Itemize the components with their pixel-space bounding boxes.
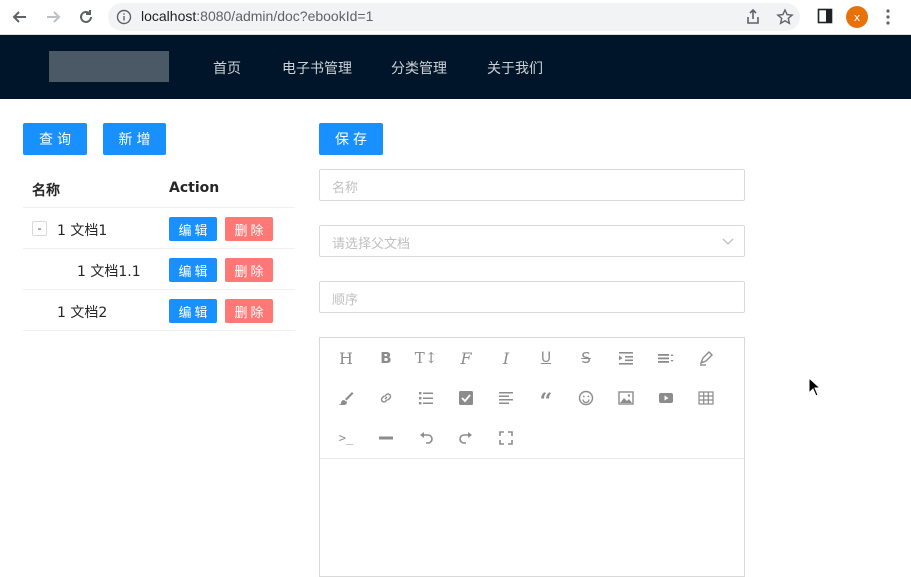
back-icon[interactable]	[9, 6, 31, 28]
share-icon[interactable]	[744, 8, 762, 26]
line-height-icon[interactable]	[656, 348, 676, 368]
text-color-icon[interactable]	[696, 348, 716, 368]
menu-item-ebook-admin[interactable]: 电子书管理	[282, 58, 352, 78]
menu-item-category-admin[interactable]: 分类管理	[391, 58, 447, 78]
column-header-name: 名称	[32, 183, 60, 199]
delete-button[interactable]: 删除	[225, 258, 273, 282]
address-bar[interactable]: localhost:8080/admin/doc?ebookId=1	[108, 3, 800, 31]
more-menu-icon[interactable]	[884, 8, 892, 26]
side-panel-icon[interactable]	[817, 8, 833, 24]
font-size-icon[interactable]: T↕	[415, 348, 438, 368]
divider-icon[interactable]	[376, 428, 396, 448]
forward-icon[interactable]	[42, 6, 64, 28]
font-family-icon[interactable]: F	[456, 348, 476, 368]
rich-text-editor: H B T↕ F I U S “ >_	[319, 337, 745, 577]
menu-item-about[interactable]: 关于我们	[487, 58, 543, 78]
order-input[interactable]: 顺序	[319, 281, 745, 313]
row-collapse-toggle[interactable]: -	[32, 221, 47, 236]
undo-icon[interactable]	[416, 428, 436, 448]
table-divider	[23, 248, 295, 249]
table-divider	[23, 207, 295, 208]
bookmark-star-icon[interactable]	[776, 8, 794, 26]
logo	[49, 51, 169, 82]
delete-button[interactable]: 删除	[225, 299, 273, 323]
query-button[interactable]: 查询	[23, 123, 87, 155]
link-icon[interactable]	[376, 388, 396, 408]
redo-icon[interactable]	[456, 428, 476, 448]
list-icon[interactable]	[416, 388, 436, 408]
underline-icon[interactable]: U	[536, 348, 556, 368]
table-row-name: 1 文档2	[57, 305, 108, 321]
profile-avatar[interactable]: x	[846, 6, 868, 28]
parent-placeholder: 请选择父文档	[332, 237, 411, 252]
quote-icon[interactable]: “	[536, 388, 556, 413]
todo-icon[interactable]	[456, 388, 476, 408]
site-info-icon[interactable]	[116, 9, 132, 25]
name-placeholder: 名称	[332, 181, 359, 196]
order-placeholder: 顺序	[332, 293, 359, 308]
parent-doc-select[interactable]: 请选择父文档	[319, 225, 745, 257]
edit-button[interactable]: 编辑	[169, 217, 217, 241]
add-button[interactable]: 新增	[103, 123, 166, 155]
chevron-down-icon	[722, 238, 734, 245]
save-button[interactable]: 保存	[319, 123, 383, 155]
fullscreen-icon[interactable]	[496, 428, 516, 448]
browser-toolbar: localhost:8080/admin/doc?ebookId=1 x	[0, 0, 911, 35]
app-header: 首页 电子书管理 分类管理 关于我们	[0, 35, 911, 99]
name-input[interactable]: 名称	[319, 169, 745, 201]
justify-icon[interactable]	[496, 388, 516, 408]
emoticon-icon[interactable]	[576, 388, 596, 408]
image-icon[interactable]	[616, 388, 636, 408]
delete-button[interactable]: 删除	[225, 217, 273, 241]
edit-button[interactable]: 编辑	[169, 258, 217, 282]
table-row-name: 1 文档1.1	[77, 264, 141, 280]
url-text: localhost:8080/admin/doc?ebookId=1	[141, 8, 374, 24]
indent-icon[interactable]	[616, 348, 636, 368]
mouse-cursor-icon	[808, 377, 822, 397]
column-header-action: Action	[169, 180, 220, 196]
edit-button[interactable]: 编辑	[169, 299, 217, 323]
editor-content-area[interactable]	[320, 459, 744, 576]
italic-icon[interactable]: I	[496, 348, 516, 368]
menu-item-home[interactable]: 首页	[213, 58, 241, 78]
strikethrough-icon[interactable]: S	[576, 348, 596, 368]
table-row-name: 1 文档1	[57, 223, 108, 239]
background-color-icon[interactable]	[336, 388, 356, 408]
table-divider	[23, 289, 295, 290]
heading-icon[interactable]: H	[336, 348, 356, 368]
video-icon[interactable]	[656, 388, 676, 408]
table-divider	[23, 330, 295, 331]
code-icon[interactable]: >_	[336, 428, 356, 448]
table-icon[interactable]	[696, 388, 716, 408]
bold-icon[interactable]: B	[376, 348, 396, 368]
reload-icon[interactable]	[75, 6, 97, 28]
